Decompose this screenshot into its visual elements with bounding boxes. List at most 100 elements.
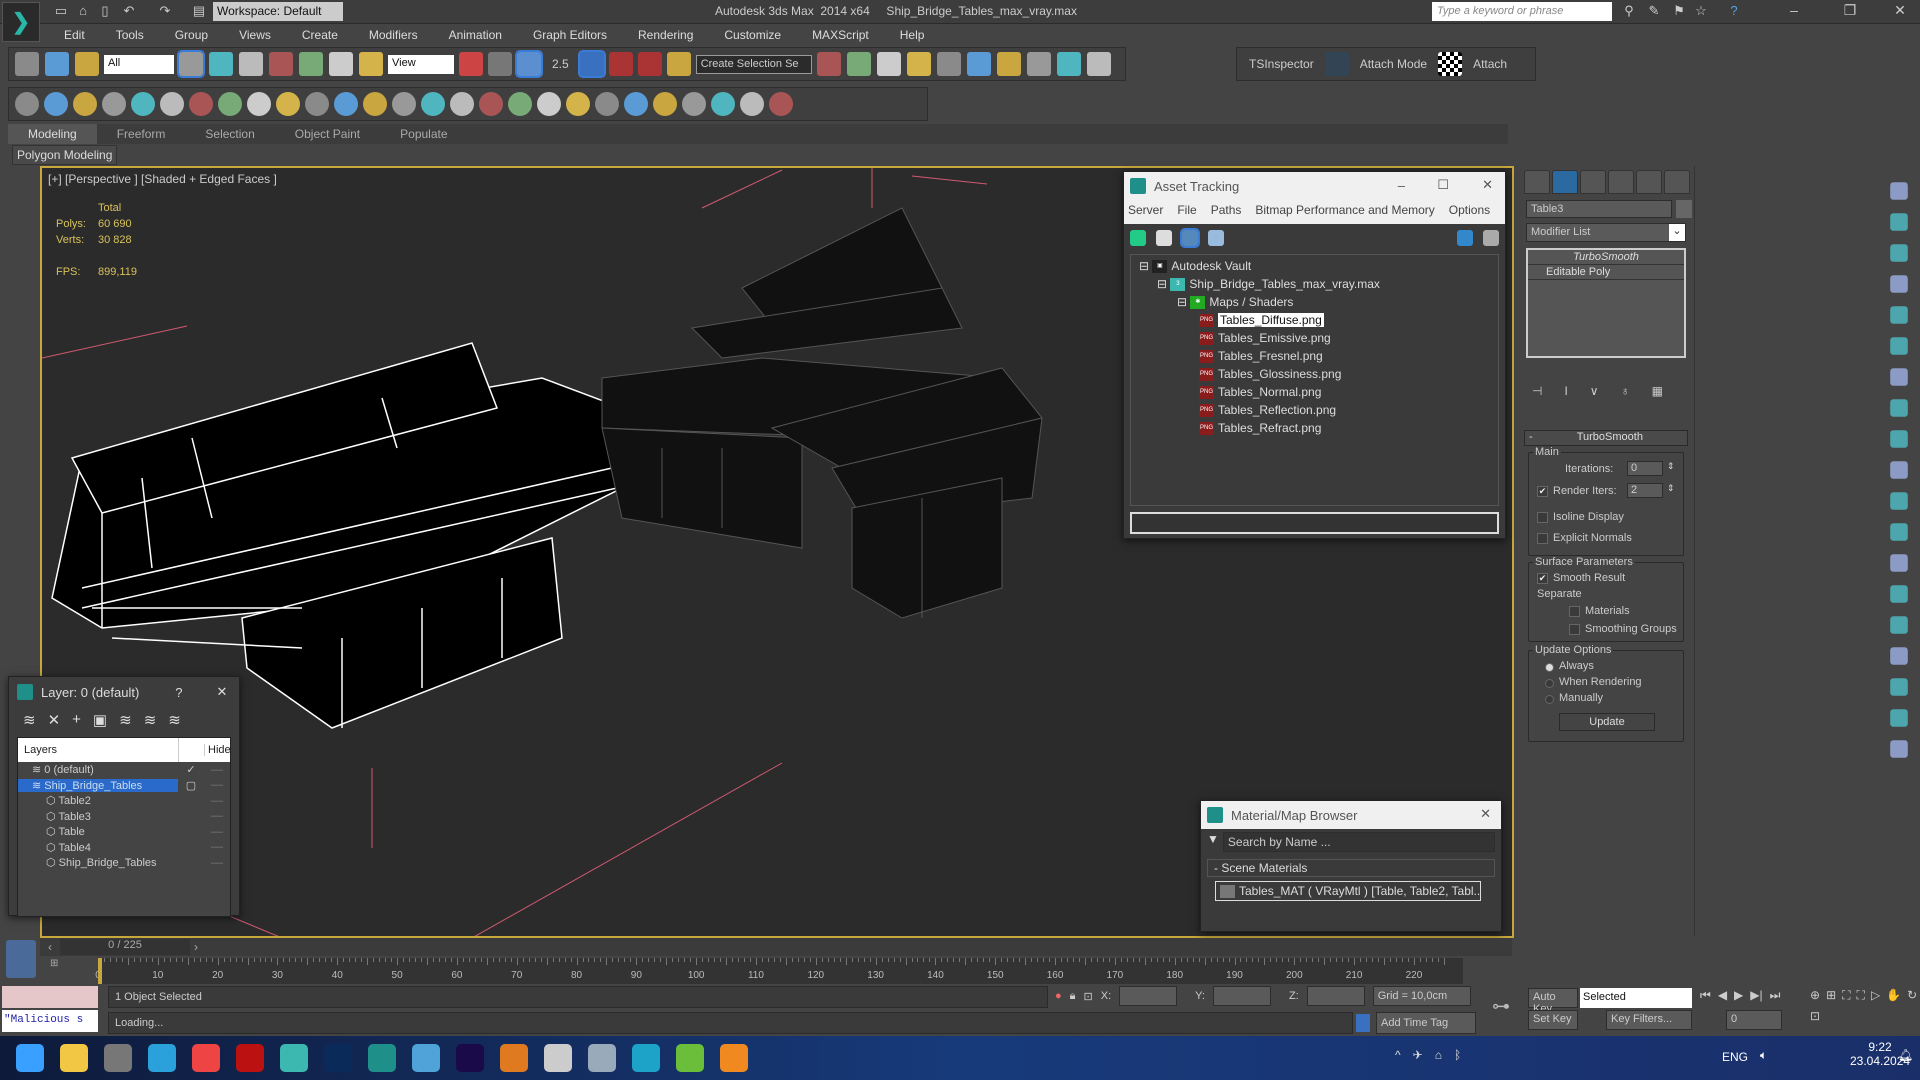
taskbar-chrome-icon[interactable] bbox=[192, 1044, 220, 1072]
prev-key-icon[interactable]: ◀ bbox=[1718, 988, 1727, 1003]
configure-sets-icon[interactable]: ▦ bbox=[1652, 384, 1663, 398]
app-logo[interactable]: ❯ bbox=[2, 2, 40, 42]
bind-space-warp-icon[interactable] bbox=[75, 52, 99, 76]
taskbar-app-ring-icon[interactable] bbox=[544, 1044, 572, 1072]
select-objects-icon[interactable]: ▣ bbox=[93, 711, 107, 729]
tree-item-folder[interactable]: ⊟ ✱ Maps / Shaders bbox=[1139, 293, 1490, 311]
zoom-all-icon[interactable]: ⊞ bbox=[1826, 988, 1836, 1003]
set-key-mode-icon[interactable]: ⊶ bbox=[1484, 990, 1518, 1030]
menu-graph-editors[interactable]: Graph Editors bbox=[513, 24, 618, 46]
tree-item-map[interactable]: PNG Tables_Diffuse.png bbox=[1139, 311, 1490, 329]
time-slider[interactable]: ‹ 0 / 225 › bbox=[40, 938, 1512, 956]
sphere-light-icon[interactable] bbox=[305, 92, 329, 116]
vray-tool-icon[interactable] bbox=[1890, 368, 1908, 386]
percent-snap-icon[interactable] bbox=[608, 52, 633, 76]
layer-row[interactable]: ⬡ Ship_Bridge_Tables –– bbox=[18, 855, 230, 871]
manipulate-icon[interactable] bbox=[488, 52, 512, 76]
add-time-tag-button[interactable]: Add Time Tag bbox=[1376, 1012, 1476, 1034]
maxscript-mini-listener[interactable] bbox=[2, 986, 98, 1008]
particles-icon[interactable] bbox=[450, 92, 474, 116]
zoom-icon[interactable]: ⊕ bbox=[1810, 988, 1820, 1003]
layer-titlebar[interactable]: Layer: 0 (default) ? ✕ bbox=[9, 677, 239, 707]
smooth-result-checkbox[interactable]: ✔ bbox=[1537, 573, 1548, 584]
make-unique-icon[interactable]: ∨ bbox=[1590, 384, 1599, 398]
vray-tool-icon[interactable] bbox=[1890, 461, 1908, 479]
ball-icon[interactable] bbox=[653, 92, 677, 116]
list-view-icon[interactable] bbox=[1156, 230, 1172, 246]
attach-button[interactable]: Attach bbox=[1467, 57, 1513, 71]
help-button[interactable]: ? bbox=[175, 685, 182, 700]
molecule-icon[interactable] bbox=[479, 92, 503, 116]
taskbar-aida64-icon[interactable] bbox=[236, 1044, 264, 1072]
keyboard-shortcut-icon[interactable] bbox=[515, 50, 543, 78]
menu-animation[interactable]: Animation bbox=[429, 24, 513, 46]
fov-icon[interactable]: ▷ bbox=[1871, 988, 1880, 1003]
key-mode-dropdown[interactable]: Selected bbox=[1580, 988, 1692, 1008]
track-bar[interactable]: 0102030405060708090100110120130140150160… bbox=[95, 958, 1463, 984]
always-radio[interactable] bbox=[1545, 663, 1554, 672]
scale-icon[interactable] bbox=[359, 52, 383, 76]
motion-tab-icon[interactable] bbox=[1608, 170, 1634, 194]
vray-tool-icon[interactable] bbox=[1890, 616, 1908, 634]
next-frame-icon[interactable]: › bbox=[194, 940, 198, 954]
tsinspector-button[interactable]: TSInspector bbox=[1243, 57, 1320, 71]
current-layer-check-icon[interactable]: ✓ bbox=[178, 763, 204, 776]
when-rendering-radio[interactable] bbox=[1545, 679, 1554, 688]
create-tab-icon[interactable] bbox=[1524, 170, 1550, 194]
workspace-dropdown[interactable]: Workspace: Default bbox=[213, 2, 343, 21]
vray-tool-icon[interactable] bbox=[1890, 740, 1908, 758]
render-icon[interactable] bbox=[1086, 52, 1111, 76]
ribbon-tab-object-paint[interactable]: Object Paint bbox=[275, 124, 380, 144]
rollout-header[interactable]: - TurboSmooth bbox=[1524, 430, 1688, 446]
layer-row[interactable]: ⬡ Table3 –– bbox=[18, 809, 230, 825]
taskbar-task-view-icon[interactable] bbox=[104, 1044, 132, 1072]
taskbar-app-g-icon[interactable] bbox=[500, 1044, 528, 1072]
vray-tool-icon[interactable] bbox=[1890, 678, 1908, 696]
tree-item-map[interactable]: PNG Tables_Reflection.png bbox=[1139, 401, 1490, 419]
redo-icon[interactable]: ↷ bbox=[156, 3, 174, 20]
link-icon[interactable] bbox=[15, 52, 39, 76]
grass-icon[interactable] bbox=[566, 92, 590, 116]
info-icon[interactable] bbox=[740, 92, 764, 116]
absolute-mode-icon[interactable]: ⊡ bbox=[1084, 990, 1093, 1003]
taskbar-edge-icon[interactable] bbox=[632, 1044, 660, 1072]
taskbar-photoshop-icon[interactable] bbox=[324, 1044, 352, 1072]
material-search-input[interactable]: Search by Name ... bbox=[1222, 832, 1495, 852]
edit-named-selection-icon[interactable] bbox=[666, 52, 691, 76]
rotate-icon[interactable] bbox=[329, 52, 353, 76]
context-help-icon[interactable] bbox=[1483, 230, 1499, 246]
taskbar-explorer-icon[interactable] bbox=[60, 1044, 88, 1072]
attach-mode-button[interactable]: Attach Mode bbox=[1354, 57, 1433, 71]
project-folder-icon[interactable]: ▤ bbox=[190, 3, 208, 20]
menu-edit[interactable]: Edit bbox=[44, 24, 96, 46]
mini-curve-editor-icon[interactable] bbox=[6, 940, 36, 978]
hide-all-icon[interactable]: ≋ bbox=[144, 711, 157, 729]
play-icon[interactable]: ▶ bbox=[1734, 988, 1743, 1003]
layer-row[interactable]: ⬡ Table –– bbox=[18, 824, 230, 840]
hide-toggle[interactable]: –– bbox=[204, 779, 230, 791]
teapot-icon[interactable] bbox=[15, 92, 39, 116]
tree-item-map[interactable]: PNG Tables_Normal.png bbox=[1139, 383, 1490, 401]
vray-tool-icon[interactable] bbox=[1890, 306, 1908, 324]
menu-views[interactable]: Views bbox=[219, 24, 282, 46]
asset-menu-server[interactable]: Server bbox=[1128, 203, 1163, 221]
maximize-button[interactable]: ☐ bbox=[1437, 177, 1449, 193]
sun-icon[interactable] bbox=[392, 92, 416, 116]
vray-tool-icon[interactable] bbox=[1890, 492, 1908, 510]
menu-maxscript[interactable]: MAXScript bbox=[792, 24, 880, 46]
named-selection-dropdown[interactable]: Create Selection Se bbox=[695, 54, 812, 74]
selection-filter-dropdown[interactable]: All bbox=[104, 54, 174, 74]
show-end-result-icon[interactable]: Ι bbox=[1564, 384, 1567, 398]
align-icon[interactable] bbox=[846, 52, 871, 76]
tray-overflow-icon[interactable]: ^ bbox=[1395, 1048, 1401, 1062]
material-item[interactable]: Tables_MAT ( VRayMtl ) [Table, Table2, T… bbox=[1215, 881, 1481, 902]
unlink-icon[interactable] bbox=[45, 52, 69, 76]
render-frame-icon[interactable] bbox=[1056, 52, 1081, 76]
menu-rendering[interactable]: Rendering bbox=[618, 24, 704, 46]
column-header-layers[interactable]: Layers bbox=[18, 744, 178, 756]
menu-group[interactable]: Group bbox=[155, 24, 219, 46]
viewport-label[interactable]: [+] [Perspective ] [Shaded + Edged Faces… bbox=[48, 172, 277, 186]
current-layer-cell[interactable]: ▢ bbox=[178, 779, 204, 792]
taskbar-torrent-icon[interactable] bbox=[676, 1044, 704, 1072]
pan-icon[interactable]: ✋ bbox=[1886, 988, 1901, 1003]
